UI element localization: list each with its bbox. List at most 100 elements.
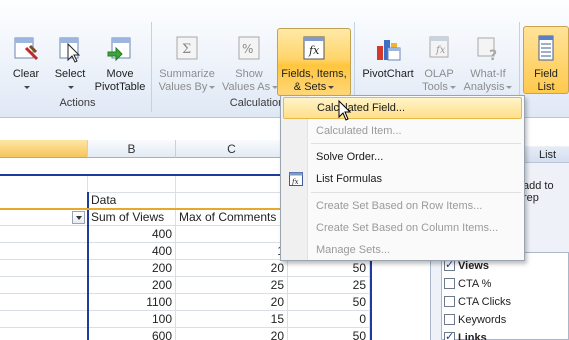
- pivotchart-icon: [374, 34, 402, 64]
- select-icon: [56, 34, 84, 64]
- list-formulas-icon: fx: [289, 172, 303, 186]
- olap-tools-icon: fx: [425, 34, 453, 64]
- comments-cell[interactable]: 20: [176, 294, 288, 311]
- field-label: CTA Clicks: [458, 296, 511, 308]
- move-pivottable-icon: [106, 34, 134, 64]
- data-header-cell[interactable]: Data: [88, 192, 176, 209]
- value-cell[interactable]: 25: [288, 277, 370, 294]
- field-list-button[interactable]: Field List: [523, 34, 569, 94]
- views-cell[interactable]: 200: [88, 260, 176, 277]
- svg-text:%: %: [242, 42, 253, 56]
- fields-label-line1: Fields, Items,: [281, 68, 347, 80]
- show-values-as-button[interactable]: % Show Values As: [222, 34, 279, 94]
- menu-item-manage-sets[interactable]: Manage Sets...: [283, 239, 522, 261]
- menu-item-calculated-item[interactable]: Calculated Item...: [283, 120, 522, 142]
- row-label-cell[interactable]: [0, 260, 88, 277]
- clear-label: Clear: [12, 68, 40, 80]
- move-label-line2: PivotTable: [94, 81, 146, 93]
- comments-cell[interactable]: [176, 226, 288, 243]
- svg-text:?: ?: [489, 48, 497, 64]
- cell-empty[interactable]: [176, 176, 288, 193]
- checkbox[interactable]: [444, 314, 455, 325]
- menu-item-label: List Formulas: [316, 173, 383, 185]
- fields-label-line2: & Sets: [293, 81, 327, 93]
- menu-item-create-set-columns[interactable]: Create Set Based on Column Items...: [283, 217, 522, 239]
- column-header-b[interactable]: B: [88, 140, 176, 158]
- what-if-icon: ?: [474, 34, 502, 64]
- cell-empty[interactable]: [0, 176, 88, 193]
- select-label: Select: [54, 68, 86, 80]
- field-list-icon: [532, 34, 560, 64]
- comments-cell[interactable]: 25: [176, 277, 288, 294]
- row-label-cell[interactable]: [0, 277, 88, 294]
- pane-instruction: add to rep: [523, 180, 554, 204]
- row-label-cell[interactable]: [0, 243, 88, 260]
- field-list-item[interactable]: CTA %: [444, 276, 491, 292]
- group-label-actions: Actions: [59, 97, 96, 109]
- chevron-down-icon: [506, 85, 513, 89]
- row-label-cell[interactable]: [0, 328, 88, 340]
- comments-cell[interactable]: 1: [176, 243, 288, 260]
- chevron-down-icon: [328, 85, 335, 89]
- views-cell[interactable]: 200: [88, 277, 176, 294]
- cell-a-pivot[interactable]: [0, 192, 88, 209]
- field-label: Links: [458, 332, 487, 340]
- summarize-label-line2: Values By: [158, 81, 208, 93]
- clear-button[interactable]: Clear: [6, 34, 46, 94]
- value-cell[interactable]: 0: [288, 311, 370, 328]
- views-cell[interactable]: 400: [88, 226, 176, 243]
- menu-item-calculated-field[interactable]: Calculated Field...: [283, 97, 522, 119]
- views-cell[interactable]: 100: [88, 311, 176, 328]
- pane-title: List: [523, 147, 569, 163]
- filter-dropdown-icon[interactable]: [72, 211, 85, 224]
- comments-cell[interactable]: 20: [176, 328, 288, 340]
- olap-tools-button[interactable]: fx OLAP Tools: [418, 34, 460, 94]
- views-cell[interactable]: 1100: [88, 294, 176, 311]
- fields-items-sets-button[interactable]: fx Fields, Items, & Sets: [277, 34, 351, 94]
- field-list-item[interactable]: CTA Clicks: [444, 294, 511, 310]
- move-pivottable-button[interactable]: Move PivotTable: [92, 34, 148, 94]
- group-separator: [151, 22, 152, 112]
- show-label-line1: Show: [235, 68, 263, 80]
- olap-label-line2: Tools: [422, 81, 448, 93]
- checkbox[interactable]: [444, 278, 455, 289]
- column-header-c[interactable]: C: [176, 140, 288, 158]
- field-label: CTA %: [458, 278, 492, 290]
- col-header-sum-of-views[interactable]: Sum of Views: [88, 209, 176, 226]
- value-cell[interactable]: 50: [288, 328, 370, 340]
- show-label-line2: Values As: [222, 81, 271, 93]
- svg-text:Σ: Σ: [182, 42, 191, 57]
- row-label-cell[interactable]: [0, 311, 88, 328]
- svg-text:fx: fx: [435, 45, 446, 56]
- menu-item-list-formulas[interactable]: fx List Formulas: [283, 168, 522, 190]
- row-label-cell[interactable]: [0, 226, 88, 243]
- menu-item-solve-order[interactable]: Solve Order...: [283, 146, 522, 168]
- checkbox[interactable]: [444, 257, 455, 273]
- mouse-cursor-icon: [338, 99, 352, 125]
- cell-empty[interactable]: [88, 176, 176, 193]
- summarize-values-by-button[interactable]: Σ Summarize Values By: [156, 34, 218, 94]
- checkbox[interactable]: [444, 296, 455, 307]
- cell-empty[interactable]: [176, 192, 288, 209]
- row-label-cell[interactable]: [0, 294, 88, 311]
- checkbox[interactable]: [444, 329, 455, 340]
- comments-cell[interactable]: 15: [176, 311, 288, 328]
- field-list-item[interactable]: Keywords: [444, 312, 506, 328]
- chevron-down-icon: [449, 85, 456, 89]
- views-cell[interactable]: 600: [88, 328, 176, 340]
- select-button[interactable]: Select: [50, 34, 90, 94]
- value-cell[interactable]: 50: [288, 260, 370, 277]
- olap-label-line1: OLAP: [424, 68, 454, 80]
- value-cell[interactable]: 50: [288, 294, 370, 311]
- col-header-max-of-comments[interactable]: Max of Comments: [176, 209, 288, 226]
- comments-cell[interactable]: 20: [176, 260, 288, 277]
- column-header-a[interactable]: [0, 140, 88, 158]
- menu-item-create-set-rows[interactable]: Create Set Based on Row Items...: [283, 195, 522, 217]
- pivotchart-button[interactable]: PivotChart: [358, 34, 418, 81]
- pivotchart-label: PivotChart: [362, 68, 414, 80]
- fields-items-sets-icon: fx: [300, 34, 328, 64]
- what-if-analysis-button[interactable]: ? What-If Analysis: [460, 34, 516, 94]
- views-cell[interactable]: 400: [88, 243, 176, 260]
- field-list-item[interactable]: Links: [444, 329, 487, 340]
- menu-item-label: Solve Order...: [316, 151, 384, 163]
